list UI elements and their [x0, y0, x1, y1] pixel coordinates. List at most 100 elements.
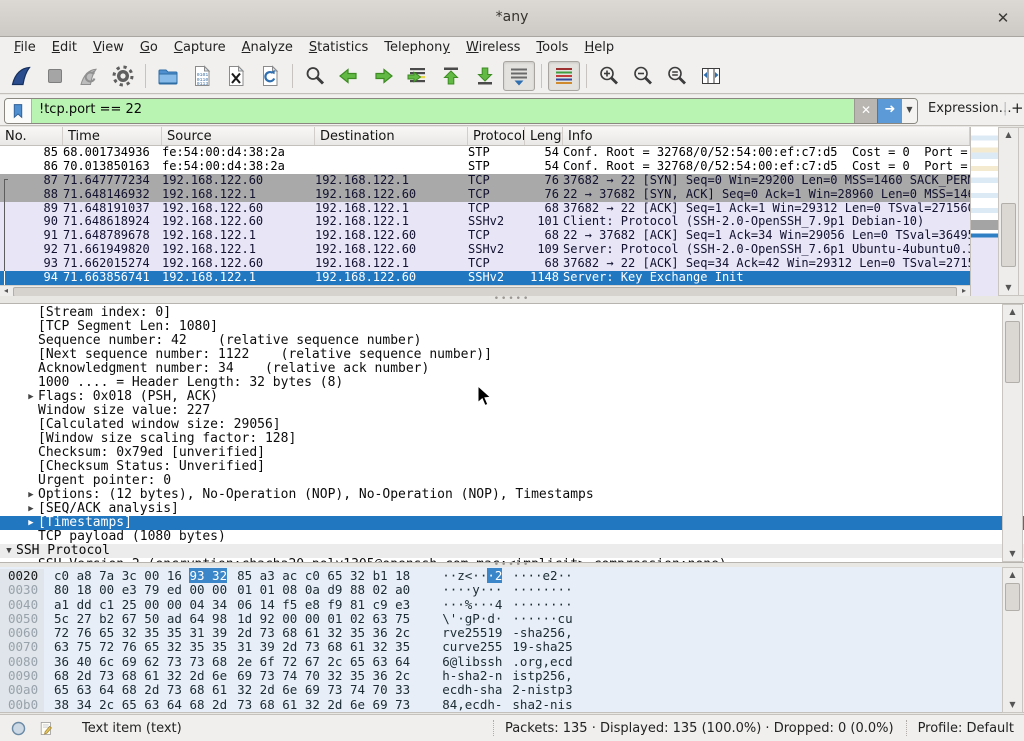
detail-line[interactable]: ▼SSH Protocol — [0, 544, 1024, 558]
packet-row[interactable]: 8971.648191037192.168.122.60192.168.122.… — [0, 202, 970, 216]
expression-button[interactable]: Expression… — [928, 101, 1012, 116]
details-vscrollbar[interactable]: ▲ ▼ — [1002, 304, 1023, 562]
menu-statistics[interactable]: Statistics — [301, 38, 376, 57]
menu-help[interactable]: Help — [576, 38, 622, 57]
filter-dropdown-button[interactable]: ▼ — [902, 99, 917, 123]
vscrollbar-thumb[interactable] — [1005, 321, 1020, 383]
column-header-no[interactable]: No. — [0, 127, 63, 145]
menu-go[interactable]: Go — [132, 38, 166, 57]
window-close-button[interactable]: ✕ — [992, 7, 1014, 29]
open-file-button[interactable] — [152, 61, 184, 91]
scroll-up-arrow-icon[interactable]: ▲ — [999, 128, 1018, 142]
window-titlebar[interactable]: *any ✕ — [0, 0, 1024, 37]
filter-apply-button[interactable]: ➜ — [877, 99, 902, 123]
hex-row[interactable]: 0040a1 dd c1 25 00 00 04 3406 14 f5 e8 f… — [0, 598, 1024, 612]
hex-row[interactable]: 00a065 63 64 68 2d 73 68 6132 2d 6e 69 7… — [0, 683, 1024, 697]
go-back-button[interactable] — [333, 61, 365, 91]
packet-row[interactable]: 8670.013850163fe:54:00:d4:38:2aSTP54Conf… — [0, 160, 970, 174]
capture-comment-button[interactable] — [36, 718, 56, 738]
detail-line[interactable]: Window size value: 227 — [0, 404, 1024, 418]
add-filter-button[interactable]: + — [1011, 99, 1024, 117]
scroll-down-arrow-icon[interactable]: ▼ — [1003, 547, 1022, 561]
packet-row[interactable]: 8771.647777234192.168.122.60192.168.122.… — [0, 174, 970, 188]
filter-bookmark-button[interactable] — [5, 99, 32, 123]
zoom-in-button[interactable] — [593, 61, 625, 91]
stop-capture-button[interactable] — [39, 61, 71, 91]
pane-splitter[interactable]: ••••• — [0, 296, 1024, 303]
find-packet-button[interactable] — [299, 61, 331, 91]
scroll-down-arrow-icon[interactable]: ▼ — [999, 281, 1018, 295]
expert-info-button[interactable] — [8, 718, 28, 738]
packet-row-selected[interactable]: 9471.663856741192.168.122.1192.168.122.6… — [0, 271, 970, 285]
detail-line[interactable]: [Next sequence number: 1122 (relative se… — [0, 348, 1024, 362]
display-filter-input[interactable]: !tcp.port == 22 ✕ ➜ ▼ — [4, 98, 918, 124]
packet-row[interactable]: 9071.648618924192.168.122.60192.168.122.… — [0, 215, 970, 229]
packet-row[interactable]: 9271.661949820192.168.122.1192.168.122.6… — [0, 243, 970, 257]
hex-row[interactable]: 007063 75 72 76 65 32 35 3531 39 2d 73 6… — [0, 640, 1024, 654]
scroll-down-arrow-icon[interactable]: ▼ — [1003, 698, 1022, 712]
hex-row[interactable]: 003080 18 00 e3 79 ed 00 0001 01 08 0a d… — [0, 583, 1024, 597]
detail-line[interactable]: Checksum: 0x79ed [unverified] — [0, 446, 1024, 460]
scroll-up-arrow-icon[interactable]: ▲ — [1003, 305, 1022, 319]
restart-capture-button[interactable] — [73, 61, 105, 91]
column-header-info[interactable]: Info — [563, 127, 970, 145]
menu-analyze[interactable]: Analyze — [234, 38, 301, 57]
column-header-destination[interactable]: Destination — [315, 127, 468, 145]
zoom-out-button[interactable] — [627, 61, 659, 91]
packet-list-minimap[interactable] — [970, 127, 998, 296]
detail-line[interactable]: [Window size scaling factor: 128] — [0, 432, 1024, 446]
hex-row[interactable]: 006072 76 65 32 35 35 31 392d 73 68 61 3… — [0, 626, 1024, 640]
detail-line[interactable]: Urgent pointer: 0 — [0, 474, 1024, 488]
packet-row[interactable]: 9371.662015274192.168.122.60192.168.122.… — [0, 257, 970, 271]
scroll-up-arrow-icon[interactable]: ▲ — [1003, 568, 1022, 582]
detail-line-selected[interactable]: ▶[Timestamps] — [0, 516, 1024, 530]
menu-file[interactable]: File — [6, 38, 44, 57]
hex-vscrollbar[interactable]: ▲ ▼ — [1002, 567, 1023, 713]
scroll-left-arrow-icon[interactable]: ◂ — [0, 286, 12, 296]
hex-row[interactable]: 008036 40 6c 69 62 73 73 682e 6f 72 67 2… — [0, 655, 1024, 669]
resize-columns-button[interactable] — [695, 61, 727, 91]
detail-line[interactable]: TCP payload (1080 bytes) — [0, 530, 1024, 544]
filter-text[interactable]: !tcp.port == 22 — [32, 99, 854, 123]
detail-line[interactable]: [Calculated window size: 29056] — [0, 418, 1024, 432]
go-first-packet-button[interactable] — [435, 61, 467, 91]
filter-clear-button[interactable]: ✕ — [854, 99, 877, 123]
zoom-reset-button[interactable] — [661, 61, 693, 91]
save-file-button[interactable]: 010101100113 — [186, 61, 218, 91]
packet-list-vscrollbar[interactable]: ▲ ▼ — [998, 127, 1019, 296]
menu-wireless[interactable]: Wireless — [458, 38, 528, 57]
column-header-time[interactable]: Time — [63, 127, 162, 145]
detail-line[interactable]: [Checksum Status: Unverified] — [0, 460, 1024, 474]
vscrollbar-thumb[interactable] — [1001, 203, 1016, 267]
detail-line[interactable]: ▶[SEQ/ACK analysis] — [0, 502, 1024, 516]
hex-row[interactable]: 0020c0 a8 7a 3c 00 16 93 3285 a3 ac c0 6… — [0, 569, 1024, 583]
packet-row[interactable]: 8871.648146932192.168.122.1192.168.122.6… — [0, 188, 970, 202]
expanded-arrow-icon[interactable]: ▼ — [2, 544, 16, 558]
packet-row[interactable]: 8568.001734936fe:54:00:d4:38:2aSTP54Conf… — [0, 146, 970, 160]
collapsed-arrow-icon[interactable]: ▶ — [24, 502, 38, 516]
column-header-length[interactable]: Length — [525, 127, 563, 145]
menu-tools[interactable]: Tools — [528, 38, 576, 57]
detail-line[interactable]: Sequence number: 42 (relative sequence n… — [0, 334, 1024, 348]
capture-options-button[interactable] — [107, 61, 139, 91]
hex-row[interactable]: 009068 2d 73 68 61 32 2d 6e69 73 74 70 3… — [0, 669, 1024, 683]
packet-row[interactable]: 9171.648789678192.168.122.1192.168.122.6… — [0, 229, 970, 243]
close-file-button[interactable] — [220, 61, 252, 91]
go-last-packet-button[interactable] — [469, 61, 501, 91]
collapsed-arrow-icon[interactable]: ▶ — [24, 516, 38, 530]
auto-scroll-button[interactable] — [503, 61, 535, 91]
go-forward-button[interactable] — [367, 61, 399, 91]
colorize-button[interactable] — [548, 61, 580, 91]
menu-view[interactable]: View — [85, 38, 132, 57]
scroll-right-arrow-icon[interactable]: ▸ — [958, 286, 970, 296]
menu-edit[interactable]: Edit — [44, 38, 85, 57]
menu-telephony[interactable]: Telephony — [376, 38, 458, 57]
menu-capture[interactable]: Capture — [166, 38, 234, 57]
reload-file-button[interactable] — [254, 61, 286, 91]
column-header-source[interactable]: Source — [162, 127, 315, 145]
column-header-protocol[interactable]: Protocol — [468, 127, 525, 145]
detail-line[interactable]: ▶Flags: 0x018 (PSH, ACK) — [0, 390, 1024, 404]
detail-line[interactable]: ▶Options: (12 bytes), No-Operation (NOP)… — [0, 488, 1024, 502]
vscrollbar-thumb[interactable] — [1005, 583, 1020, 611]
detail-line[interactable]: 1000 .... = Header Length: 32 bytes (8) — [0, 376, 1024, 390]
